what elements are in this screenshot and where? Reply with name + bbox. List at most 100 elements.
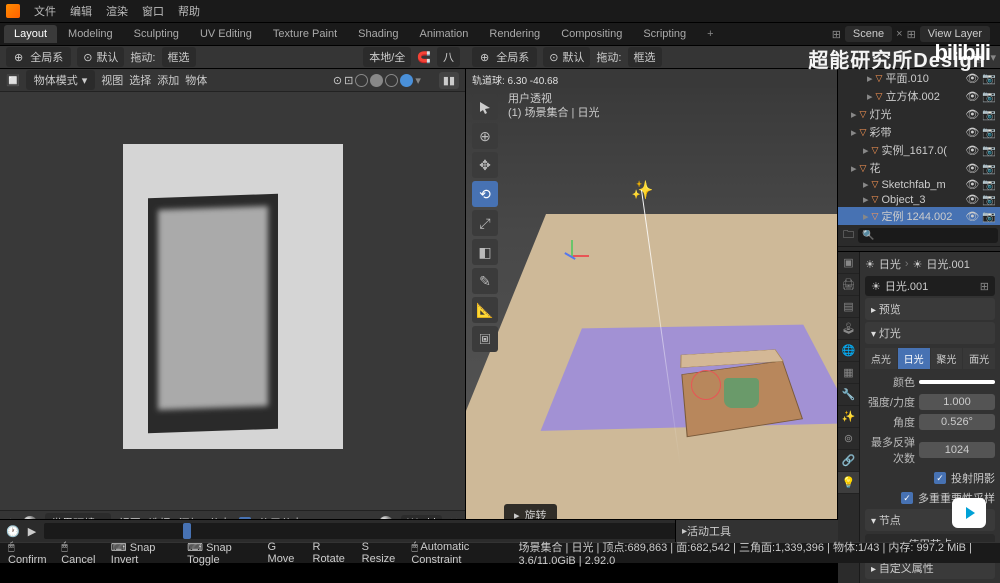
color-swatch[interactable] [919, 380, 995, 384]
proptab-render[interactable]: ▣ [838, 252, 859, 274]
menu-add-l[interactable]: 添加 [157, 72, 179, 88]
light-type-0[interactable]: 点光 [865, 348, 897, 369]
pivot-default[interactable]: ⊙ 默认 [77, 47, 124, 67]
selection-gizmo[interactable] [691, 370, 721, 400]
proptab-constraints[interactable]: 🔗 [838, 450, 859, 472]
tool-transform[interactable]: ◧ [472, 239, 498, 265]
local-global-toggle[interactable]: 本地/全 [363, 47, 411, 67]
tool-rotate[interactable]: ⟲ [472, 181, 498, 207]
outliner-options-icon[interactable]: ▾ [990, 51, 996, 64]
light-type-3[interactable]: 面光 [963, 348, 995, 369]
outliner-collection-icon[interactable]: 🗀 [843, 226, 854, 245]
transform-orientation[interactable]: ⊕ 全局系 [6, 47, 71, 67]
tool-cursor[interactable]: ⊕ [472, 123, 498, 149]
tool-addcube[interactable]: 🞖 [472, 326, 498, 352]
datablock-name[interactable]: 日光.001 [885, 278, 976, 294]
tab-shading[interactable]: Shading [348, 25, 408, 43]
tab-uv editing[interactable]: UV Editing [190, 25, 262, 43]
shading-rendered-icon[interactable] [400, 74, 413, 87]
xray-toggle-icon[interactable]: ⊡ [344, 74, 353, 87]
proptab-data[interactable]: 💡 [838, 472, 859, 494]
outliner-item[interactable]: ▸ ▽ 彩带👁📷 [838, 123, 1000, 141]
outliner-item[interactable]: ▸ ▽ 立方体.002👁📷 [838, 87, 1000, 105]
cast-shadow-checkbox[interactable]: ✓ [934, 472, 946, 484]
section-preview[interactable]: ▸ 预览 [865, 298, 995, 320]
viewlayer-browse-icon[interactable]: ⊞ [907, 28, 916, 41]
bounces-input[interactable]: 1024 [919, 442, 995, 458]
select-box[interactable]: 框选 [162, 47, 196, 67]
bilibili-logo: bilibili [934, 40, 990, 66]
status-resize: S Resize [362, 541, 400, 565]
object-mode-selector[interactable]: 物体模式 ▾ [26, 70, 96, 90]
right-viewport-canvas[interactable]: 用户透视 (1) 场景集合 | 日光 ⊕ ✥ ⟲ ⤢ ◧ ✎ 📐 🞖 ▸ 旋转 [466, 88, 837, 534]
menu-file[interactable]: 文件 [34, 3, 56, 19]
outliner-search-input[interactable] [858, 228, 998, 243]
tab-sculpting[interactable]: Sculpting [124, 25, 189, 43]
tool-scale[interactable]: ⤢ [472, 210, 498, 236]
tab-rendering[interactable]: Rendering [479, 25, 550, 43]
tool-select[interactable] [472, 94, 498, 120]
tab-layout[interactable]: Layout [4, 25, 57, 43]
editor-type-icon[interactable]: 🔲 [6, 74, 20, 87]
strength-input[interactable]: 1.000 [919, 394, 995, 410]
outliner-item[interactable]: ▸ ▽ Object_3👁📷 [838, 192, 1000, 207]
tool-measure[interactable]: 📐 [472, 297, 498, 323]
proptab-modifiers[interactable]: 🔧 [838, 384, 859, 406]
proptab-world[interactable]: 🌐 [838, 340, 859, 362]
pause-render-icon[interactable]: ▮▮ [439, 72, 459, 89]
scene-browse-icon[interactable]: ⊞ [832, 28, 841, 41]
outliner-item[interactable]: ▸ ▽ 定例 1244.002👁📷 [838, 207, 1000, 225]
scene-selector[interactable]: Scene [845, 26, 892, 42]
pivot-default-r[interactable]: ⊙ 默认 [543, 47, 590, 67]
overlay-toggle-icon[interactable]: ⊙ [333, 74, 342, 87]
menu-edit[interactable]: 编辑 [70, 3, 92, 19]
shading-solid-icon[interactable] [370, 74, 383, 87]
tool-annotate[interactable]: ✎ [472, 268, 498, 294]
timeline-play-icon[interactable]: ▶ [28, 525, 36, 538]
menu-view-l[interactable]: 视图 [101, 72, 123, 88]
shading-matprev-icon[interactable] [385, 74, 398, 87]
light-type-2[interactable]: 聚光 [931, 348, 963, 369]
tab-scripting[interactable]: Scripting [633, 25, 696, 43]
proptab-particles[interactable]: ✨ [838, 406, 859, 428]
snap-mode[interactable]: 八 [437, 47, 460, 67]
add-workspace-button[interactable]: + [697, 25, 723, 43]
tab-texture paint[interactable]: Texture Paint [263, 25, 347, 43]
menu-object-l[interactable]: 物体 [185, 72, 207, 88]
menu-select-l[interactable]: 选择 [129, 72, 151, 88]
datablock-browse-icon[interactable]: ⊞ [980, 280, 989, 293]
tab-modeling[interactable]: Modeling [58, 25, 123, 43]
timeline-playhead[interactable] [183, 523, 191, 539]
left-viewport-canvas[interactable] [0, 92, 465, 510]
outliner[interactable]: ▸ ▽ 平面.010👁📷▸ ▽ 立方体.002👁📷▸ ▽ 灯光👁📷▸ ▽ 彩带👁… [838, 69, 1000, 252]
proptab-scene[interactable]: 🕹 [838, 318, 859, 340]
outliner-item[interactable]: ▸ ▽ 实例_1617.0(👁📷 [838, 141, 1000, 159]
outliner-item[interactable]: ▸ ▽ 灯光👁📷 [838, 105, 1000, 123]
proptab-physics[interactable]: ⊚ [838, 428, 859, 450]
timeline-editor-icon[interactable]: 🕐 [6, 525, 20, 538]
section-light[interactable]: ▾ 灯光 [865, 322, 995, 344]
menu-render[interactable]: 渲染 [106, 3, 128, 19]
tab-compositing[interactable]: Compositing [551, 25, 632, 43]
proptab-viewlayer[interactable]: ▤ [838, 296, 859, 318]
transform-gizmo[interactable] [554, 238, 589, 273]
tab-animation[interactable]: Animation [410, 25, 479, 43]
light-type-1[interactable]: 日光 [898, 348, 930, 369]
menu-window[interactable]: 窗口 [142, 3, 164, 19]
select-box-r[interactable]: 框选 [628, 47, 662, 67]
transform-orientation-r[interactable]: ⊕ 全局系 [472, 47, 537, 67]
proptab-output[interactable]: 🖨 [838, 274, 859, 296]
breadcrumb-light1[interactable]: 日光 [879, 256, 901, 272]
outliner-item[interactable]: ▸ ▽ 花👁📷 [838, 159, 1000, 177]
breadcrumb-light2[interactable]: 日光.001 [926, 256, 969, 272]
outliner-item[interactable]: ▸ ▽ Sketchfab_m👁📷 [838, 177, 1000, 192]
angle-input[interactable]: 0.526° [919, 414, 995, 430]
snap-icon[interactable]: 🧲 [417, 51, 431, 64]
shading-wire-icon[interactable] [355, 74, 368, 87]
scene-new-icon[interactable]: × [896, 28, 902, 40]
mis-checkbox[interactable]: ✓ [901, 492, 913, 504]
shading-options-icon[interactable]: ▾ [415, 74, 421, 87]
menu-help[interactable]: 帮助 [178, 3, 200, 19]
proptab-object[interactable]: ▦ [838, 362, 859, 384]
tool-move[interactable]: ✥ [472, 152, 498, 178]
